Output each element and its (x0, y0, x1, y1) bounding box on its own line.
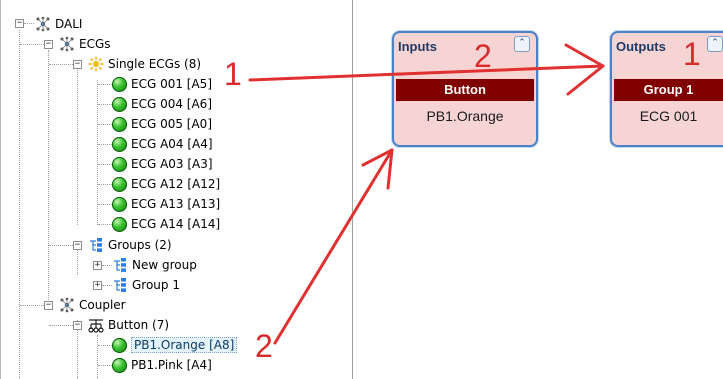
annotation-number-2: 2 (474, 38, 492, 74)
annotation-number-1: 1 (683, 36, 701, 72)
annotation-arrow-2 (273, 148, 394, 345)
annotation-arrow-1 (248, 64, 605, 82)
annotation-number-1: 1 (224, 56, 242, 92)
annotation-arrowhead-1 (564, 43, 605, 96)
annotation-number-2: 2 (255, 328, 273, 364)
annotation-arrows (248, 43, 605, 345)
